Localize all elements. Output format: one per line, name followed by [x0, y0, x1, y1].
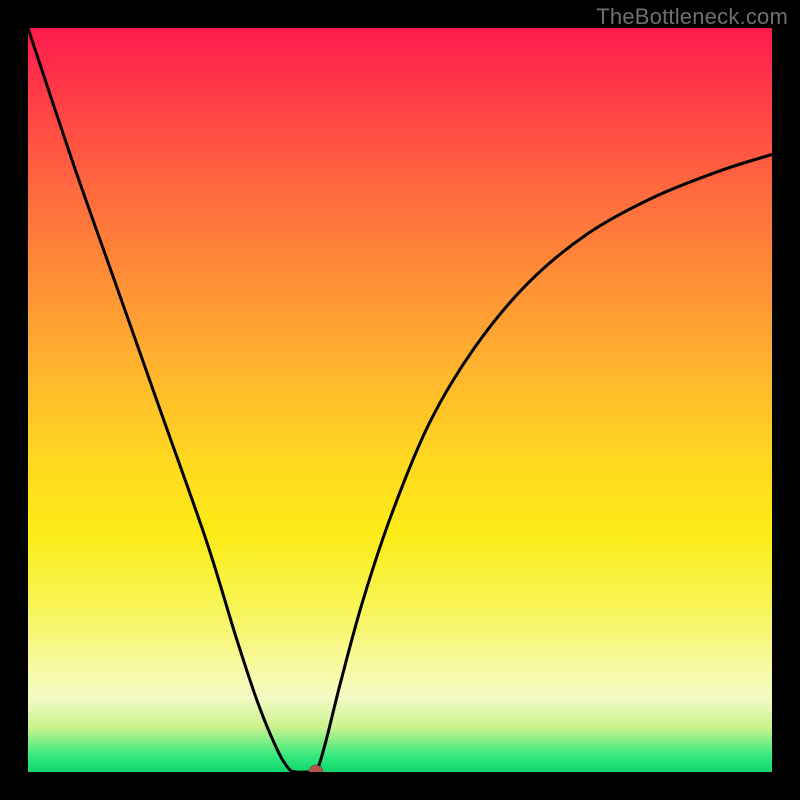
chart-frame: TheBottleneck.com [0, 0, 800, 800]
bottleneck-curve [28, 28, 772, 772]
valley-marker [309, 765, 323, 772]
bottleneck-line [28, 28, 772, 772]
plot-area [28, 28, 772, 772]
credit-label: TheBottleneck.com [596, 4, 788, 30]
